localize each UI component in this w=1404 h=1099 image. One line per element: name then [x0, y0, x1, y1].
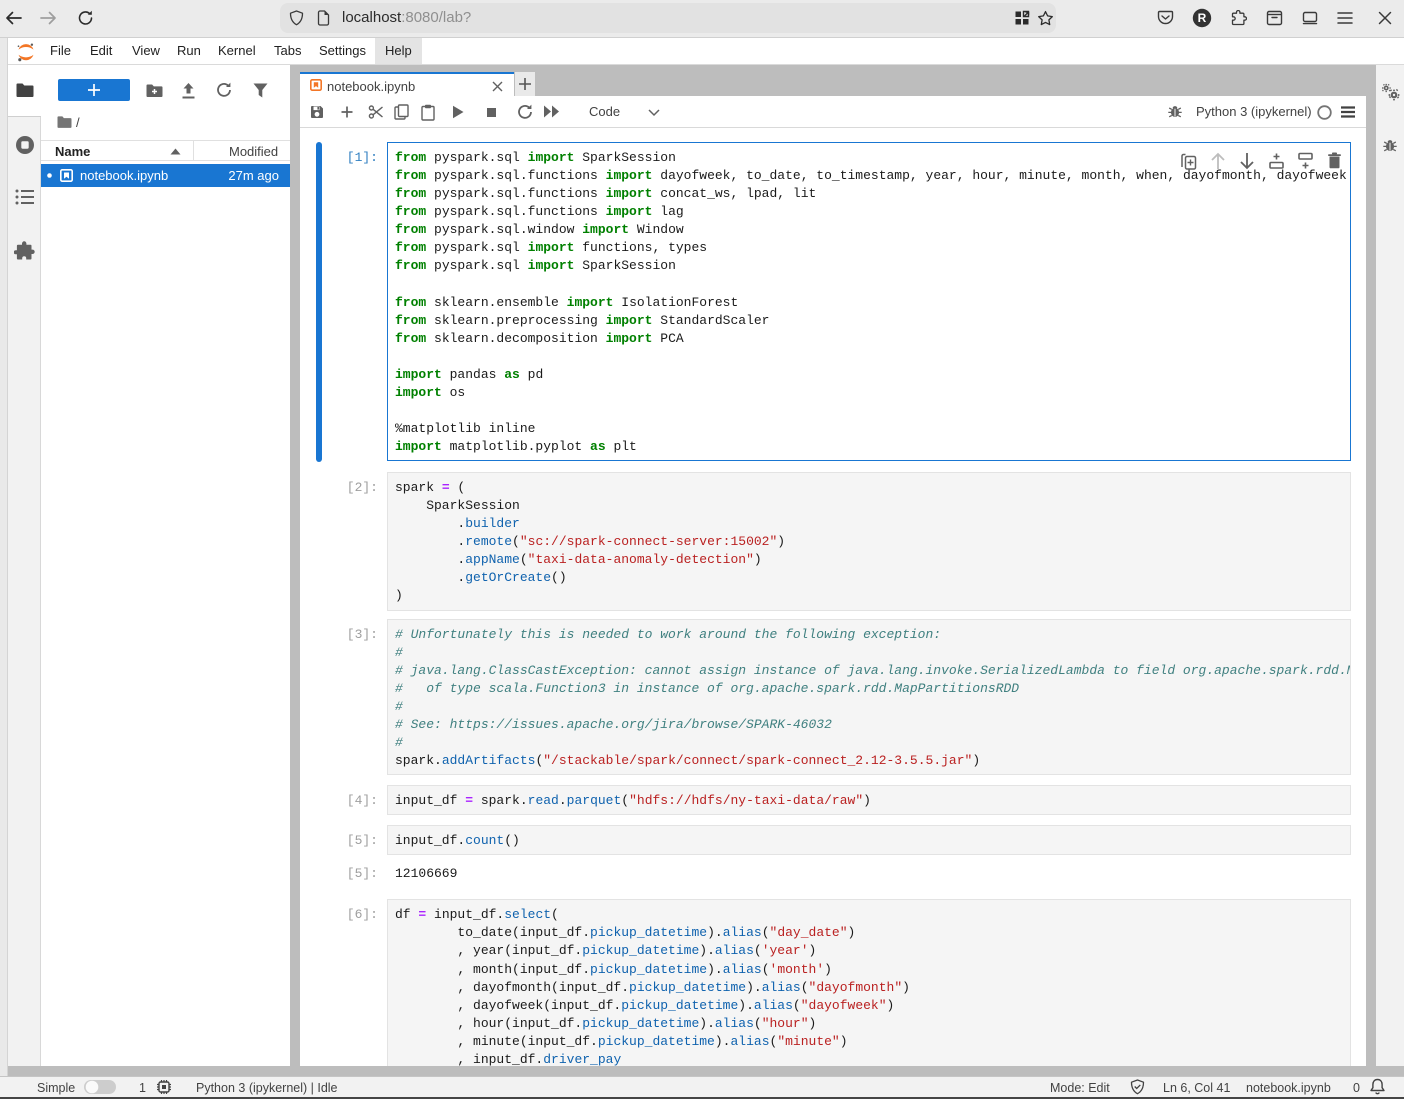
svg-text:R: R — [1198, 11, 1207, 25]
